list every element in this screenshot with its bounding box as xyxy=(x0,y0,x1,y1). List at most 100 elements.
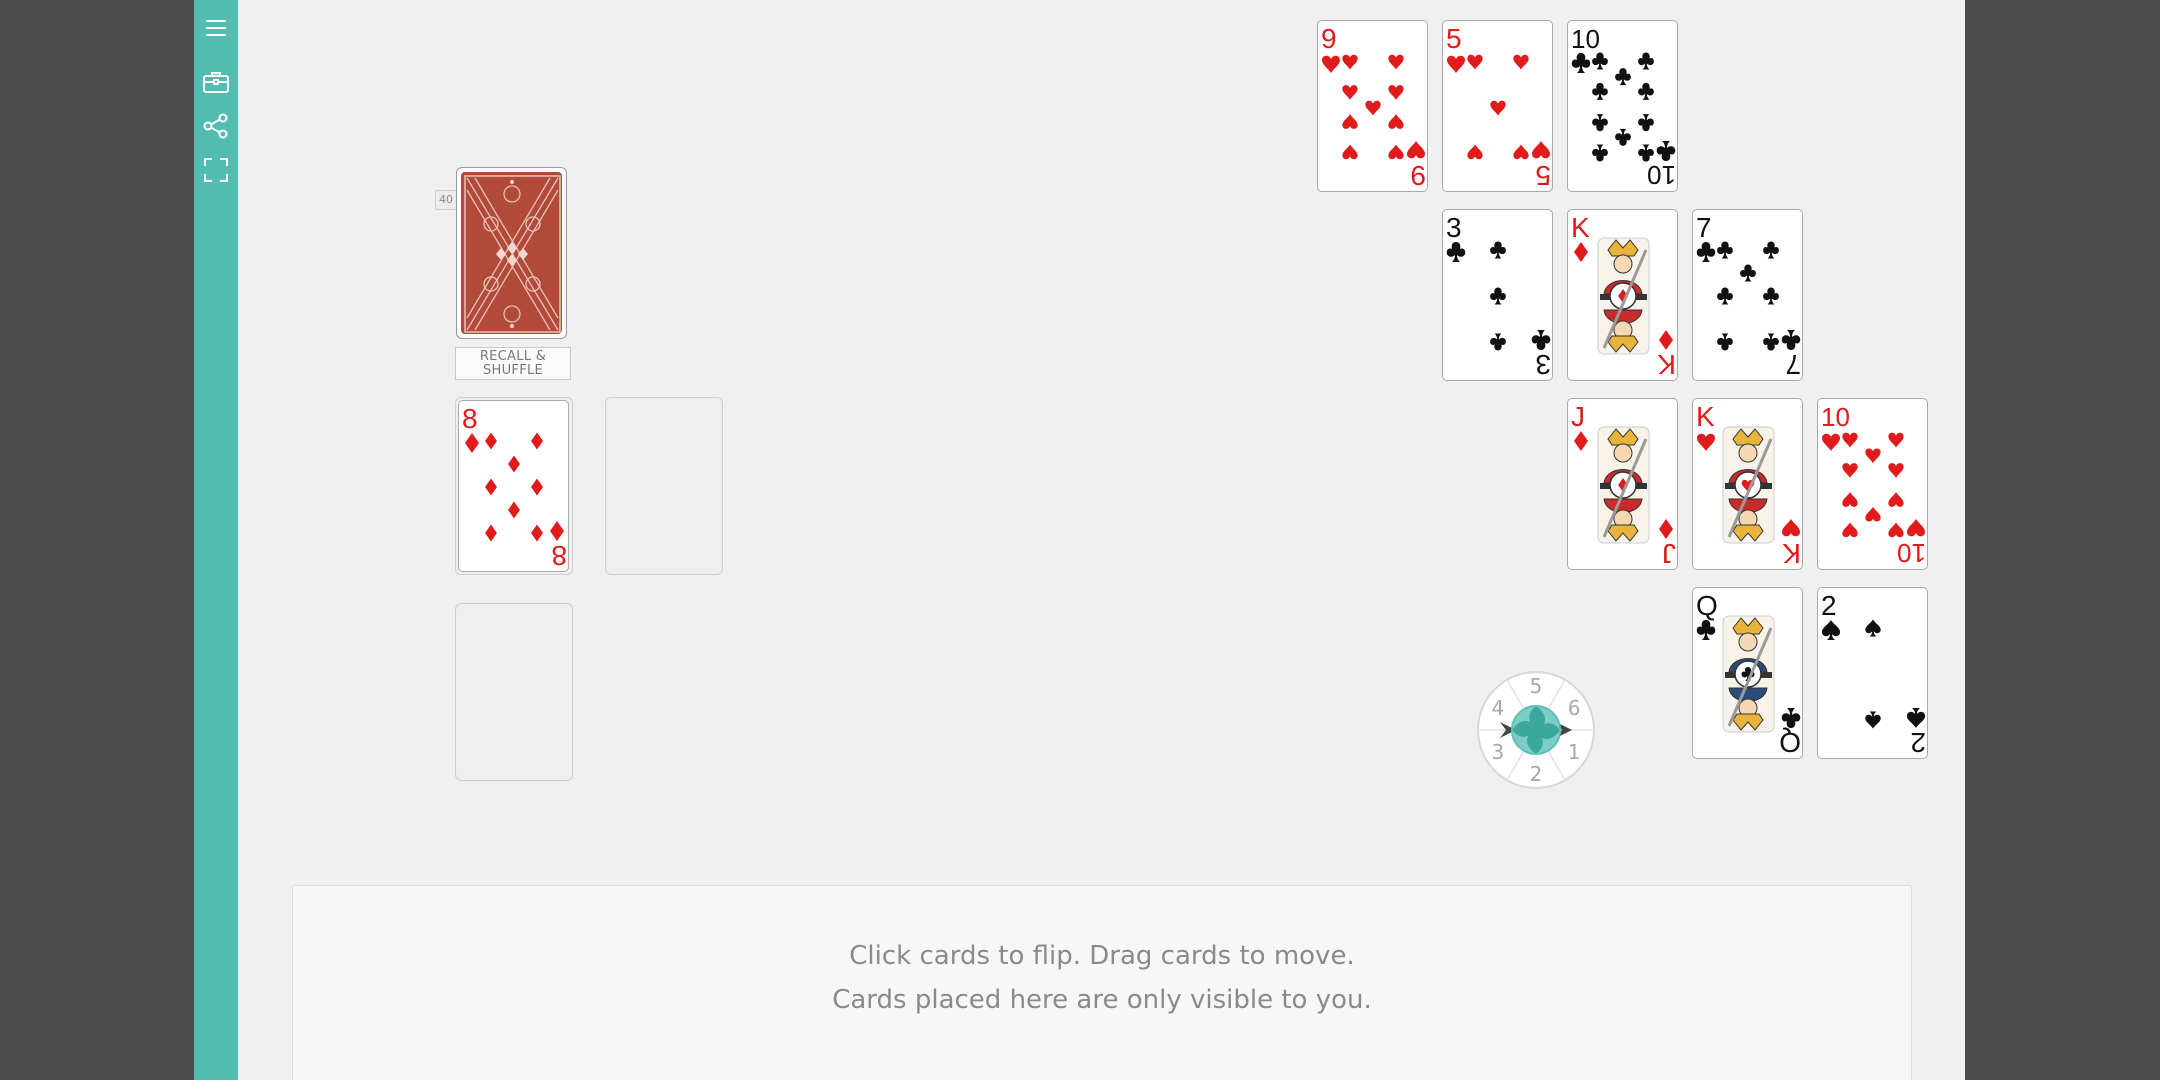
hearts-pip-icon xyxy=(1467,54,1483,70)
clubs-pip-icon xyxy=(1763,287,1779,305)
card-K-of-hearts[interactable]: KK xyxy=(1692,398,1803,570)
clubs-pip-icon xyxy=(1717,241,1733,259)
hearts-pip-icon xyxy=(1388,144,1404,160)
dial-number: 2 xyxy=(1530,762,1543,786)
hearts-pip-icon xyxy=(1407,141,1425,159)
card-face: QQ xyxy=(1696,590,1801,758)
hearts-pip-icon xyxy=(1342,54,1358,70)
hearts-pip-icon xyxy=(1842,463,1858,478)
clubs-pip-icon xyxy=(1781,330,1801,350)
diamonds-pip-icon xyxy=(508,501,520,519)
clubs-pip-icon xyxy=(1490,333,1506,351)
fullscreen-button[interactable] xyxy=(194,150,238,190)
recall-label: RECALL & xyxy=(479,349,547,364)
hearts-pip-icon xyxy=(1865,506,1881,522)
card-rank-label: 10 xyxy=(1571,24,1600,54)
card-rank-label: 10 xyxy=(1897,538,1926,568)
clubs-pip-icon xyxy=(1638,144,1654,162)
clubs-pip-icon xyxy=(1638,82,1654,100)
card-rank-label: 8 xyxy=(551,540,567,571)
diamonds-pip-icon xyxy=(1574,242,1588,262)
hearts-pip-icon xyxy=(1322,55,1340,73)
card-rank-label: J xyxy=(1662,538,1676,569)
dial-number: 6 xyxy=(1568,696,1581,720)
card-rank-label: 2 xyxy=(1821,590,1837,621)
diamonds-pip-icon xyxy=(485,478,497,496)
card-8-of-diamonds[interactable]: 88 xyxy=(458,400,569,572)
card-rank-label: 5 xyxy=(1535,160,1551,191)
clubs-pip-icon xyxy=(1638,114,1654,132)
card-2-of-spades[interactable]: 22 xyxy=(1817,587,1928,759)
recall-shuffle-button[interactable]: RECALL & SHUFFLE xyxy=(455,347,571,380)
card-rank-label: K xyxy=(1571,212,1590,243)
clubs-pip-icon xyxy=(1696,242,1716,262)
hearts-pip-icon xyxy=(1532,141,1550,159)
hearts-pip-icon xyxy=(1342,114,1358,129)
diamonds-pip-icon xyxy=(531,478,543,496)
card-face: KK xyxy=(1696,401,1801,569)
face-card-portrait xyxy=(1722,615,1775,733)
menu-button[interactable] xyxy=(194,8,238,48)
card-10-of-clubs[interactable]: 10 10 xyxy=(1567,20,1678,192)
diamonds-pip-icon xyxy=(508,455,520,473)
card-Q-of-clubs[interactable]: QQ xyxy=(1692,587,1803,759)
diamonds-pip-icon xyxy=(531,432,543,450)
spades-pip-icon xyxy=(1821,620,1841,640)
toolbox-button[interactable] xyxy=(194,62,238,102)
hearts-pip-icon xyxy=(1697,433,1715,451)
clubs-pip-icon xyxy=(1740,264,1756,282)
game-table: 40 RECALL & SHUFFLE 9 9 5 5 10 10 3 3 K … xyxy=(238,0,1965,1080)
card-7-of-clubs[interactable]: 77 xyxy=(1692,209,1803,381)
card-rank-label: 8 xyxy=(462,403,478,434)
clubs-pip-icon xyxy=(1638,52,1654,70)
card-face: KK xyxy=(1571,212,1676,380)
clubs-pip-icon xyxy=(1763,333,1779,351)
clubs-pip-icon xyxy=(1656,141,1676,161)
hearts-pip-icon xyxy=(1842,522,1858,538)
card-face: 55 xyxy=(1446,23,1551,191)
card-face: 99 xyxy=(1321,23,1426,191)
menu-icon xyxy=(205,19,227,37)
card-9-of-hearts[interactable]: 99 xyxy=(1317,20,1428,192)
card-K-of-diamonds[interactable]: KK xyxy=(1567,209,1678,381)
clubs-pip-icon xyxy=(1531,330,1551,350)
card-face: 10 10 xyxy=(1571,24,1676,190)
empty-card-slot[interactable] xyxy=(605,397,723,575)
card-10-of-hearts[interactable]: 10 10 xyxy=(1817,398,1928,570)
card-face: 22 xyxy=(1821,590,1926,758)
diamonds-pip-icon xyxy=(485,432,497,450)
clubs-pip-icon xyxy=(1717,333,1733,351)
diamonds-pip-icon xyxy=(1574,431,1588,451)
deck-count: 40 xyxy=(435,190,457,210)
dial-number: 3 xyxy=(1492,740,1505,764)
card-face: JJ xyxy=(1571,401,1676,569)
clubs-pip-icon xyxy=(1592,144,1608,162)
clubs-pip-icon xyxy=(1696,620,1716,640)
card-5-of-hearts[interactable]: 55 xyxy=(1442,20,1553,192)
empty-card-slot[interactable] xyxy=(455,603,573,781)
card-rank-label: 3 xyxy=(1535,349,1551,380)
card-rank-label: 7 xyxy=(1785,349,1801,380)
private-hand-area[interactable]: Click cards to flip. Drag cards to move.… xyxy=(292,885,1912,1080)
dial-number: 5 xyxy=(1530,674,1543,698)
share-button[interactable] xyxy=(194,106,238,146)
card-face: 88 xyxy=(462,403,567,571)
private-area-hint: Click cards to flip. Drag cards to move. xyxy=(849,941,1355,971)
draw-deck[interactable] xyxy=(456,167,567,339)
card-3-of-clubs[interactable]: 33 xyxy=(1442,209,1553,381)
hearts-pip-icon xyxy=(1888,432,1904,448)
clubs-pip-icon xyxy=(1446,242,1466,262)
clubs-pip-icon xyxy=(1592,114,1608,132)
card-rank-label: 9 xyxy=(1410,160,1426,191)
right-gutter xyxy=(1965,0,2160,1080)
diamonds-pip-icon xyxy=(1659,330,1673,350)
hearts-pip-icon xyxy=(1467,144,1483,160)
hearts-pip-icon xyxy=(1388,114,1404,129)
clubs-pip-icon xyxy=(1490,287,1506,305)
card-J-of-diamonds[interactable]: JJ xyxy=(1567,398,1678,570)
dice-dial[interactable]: 5 6 1 2 3 4 xyxy=(1476,670,1596,790)
spades-pip-icon xyxy=(1906,708,1926,728)
dial-number: 4 xyxy=(1492,696,1505,720)
card-face: 10 10 xyxy=(1821,402,1926,568)
hearts-pip-icon xyxy=(1388,85,1404,100)
